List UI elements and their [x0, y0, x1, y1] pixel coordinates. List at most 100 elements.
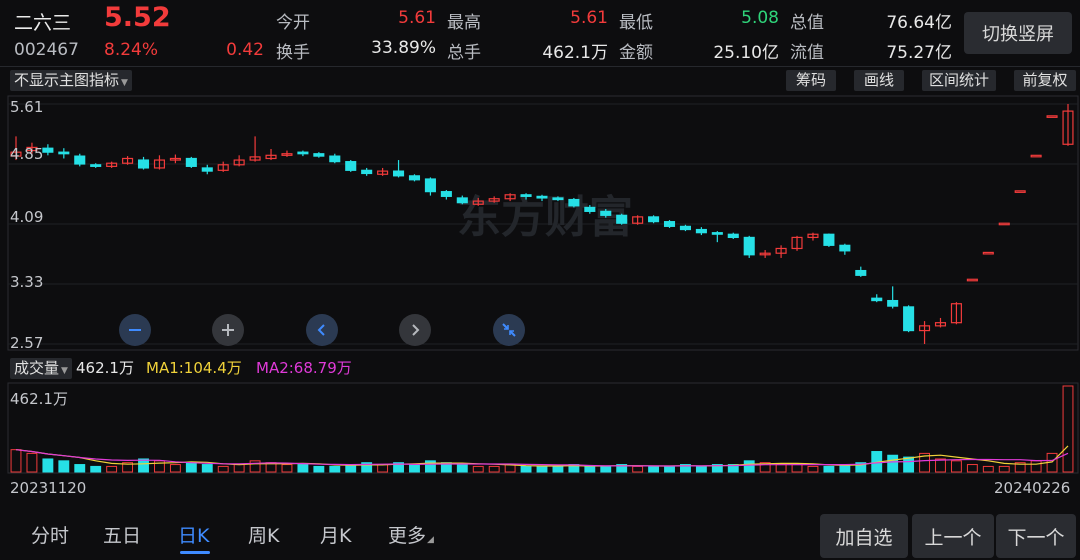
stat-label-total-volume: 总手: [447, 43, 481, 63]
tab-intraday[interactable]: 分时: [31, 521, 69, 548]
candle: [153, 155, 165, 170]
volume-bar: [775, 464, 787, 473]
candle: [616, 213, 628, 225]
candle: [711, 231, 723, 243]
volume-bar: [823, 465, 835, 473]
previous-stock-button[interactable]: 上一个: [912, 514, 994, 558]
ma2-value: MA2:68.79万: [256, 359, 352, 377]
tab-monthly-k[interactable]: 月K: [320, 521, 351, 548]
main-indicator-label: 不显示主图指标: [14, 71, 120, 89]
stat-label-open: 今开: [276, 13, 310, 33]
next-stock-button[interactable]: 下一个: [996, 514, 1076, 558]
switch-portrait-button[interactable]: 切换竖屏: [964, 12, 1072, 54]
volume-bar: [106, 465, 118, 473]
volume-axis-max: 462.1万: [10, 390, 68, 408]
candle: [122, 156, 134, 165]
quote-header: 二六三 5.52 002467 8.24% 0.42 今开 5.61 最高 5.…: [0, 0, 1080, 66]
volume-bar: [138, 458, 149, 473]
stat-label-float-value: 流值: [790, 43, 824, 63]
candle: [632, 215, 644, 225]
volume-bar: [600, 465, 612, 473]
kline-chart[interactable]: 东方财富 5.61 4.85 4.09 3.33 2.57: [0, 92, 1080, 352]
volume-bar: [409, 464, 420, 473]
candle: [345, 160, 357, 172]
chevron-right-icon: [412, 324, 420, 336]
candle: [855, 266, 867, 277]
candle: [169, 154, 181, 164]
candle: [871, 294, 883, 303]
volume-indicator-dropdown[interactable]: 成交量 ▼: [10, 358, 72, 379]
candle: [361, 167, 373, 176]
forward-adjust-button[interactable]: 前复权: [1014, 70, 1076, 91]
candle: [807, 232, 819, 241]
scroll-right-button[interactable]: [399, 314, 431, 346]
scroll-left-button[interactable]: [306, 314, 338, 346]
add-watchlist-button[interactable]: 加自选: [820, 514, 908, 558]
period-tabs: 分时 五日 日K 周K 月K 更多◢ 加自选 上一个 下一个: [0, 505, 1080, 560]
volume-bar: [456, 464, 468, 473]
stock-code: 002467: [14, 40, 79, 60]
volume-bar: [520, 465, 532, 473]
reset-zoom-button[interactable]: [493, 314, 525, 346]
stat-value-open: 5.61: [398, 8, 436, 28]
main-indicator-dropdown[interactable]: 不显示主图指标 ▼: [10, 70, 132, 91]
kline-svg: 东方财富: [7, 95, 1079, 351]
volume-bar: [249, 460, 261, 473]
candle: [727, 232, 739, 239]
candle: [297, 150, 309, 157]
volume-bar: [217, 465, 229, 473]
volume-bar: [488, 465, 500, 473]
divider: [0, 66, 1080, 67]
stat-value-float-value: 75.27亿: [886, 43, 952, 63]
candle: [440, 190, 452, 200]
candle: [1046, 115, 1058, 118]
tab-five-day[interactable]: 五日: [103, 521, 141, 548]
zoom-out-button[interactable]: [119, 314, 151, 346]
volume-bar: [185, 462, 197, 473]
draw-line-button[interactable]: 画线: [854, 70, 904, 91]
candle: [775, 245, 787, 258]
caret-down-icon: ▼: [121, 78, 128, 88]
volume-frame: [7, 382, 1079, 474]
candle: [950, 302, 962, 325]
volume-bar: [377, 464, 389, 473]
volume-chart[interactable]: 462.1万: [0, 382, 1080, 476]
volume-bar: [903, 456, 915, 473]
stock-price: 5.52: [104, 2, 171, 33]
volume-bar: [297, 464, 309, 473]
tab-weekly-k[interactable]: 周K: [248, 521, 279, 548]
range-stats-button[interactable]: 区间统计: [922, 70, 996, 91]
candle: [42, 144, 54, 156]
chevron-left-icon: [317, 324, 325, 336]
change-amount: 0.42: [226, 40, 264, 60]
candle: [393, 160, 405, 178]
stat-value-low: 5.08: [741, 8, 779, 28]
tab-daily-k[interactable]: 日K: [178, 521, 209, 548]
candle: [1014, 190, 1026, 193]
stat-value-high: 5.61: [570, 8, 608, 28]
chip-distribution-button[interactable]: 筹码: [786, 70, 836, 91]
collapse-arrows-icon: [502, 323, 516, 337]
candle: [137, 156, 150, 170]
zoom-in-button[interactable]: [212, 314, 244, 346]
candle: [201, 164, 213, 175]
candle: [424, 177, 436, 196]
volume-bar: [10, 449, 22, 473]
volume-bar: [664, 465, 675, 473]
volume-bar: [233, 464, 245, 473]
change-percent: 8.24%: [104, 40, 159, 60]
volume-bar: [887, 454, 899, 473]
volume-bar: [982, 465, 994, 473]
volume-bar: [807, 465, 819, 473]
y-axis-label: 4.09: [10, 208, 44, 226]
ma1-value: MA1:104.4万: [146, 359, 242, 377]
candle: [887, 286, 899, 309]
volume-svg: [7, 382, 1079, 474]
volume-bar: [950, 460, 962, 473]
candle: [1030, 154, 1042, 158]
candle: [106, 161, 118, 168]
candle: [663, 220, 676, 228]
volume-bar: [743, 460, 755, 473]
tab-more[interactable]: 更多◢: [388, 521, 434, 548]
candle: [281, 150, 293, 157]
